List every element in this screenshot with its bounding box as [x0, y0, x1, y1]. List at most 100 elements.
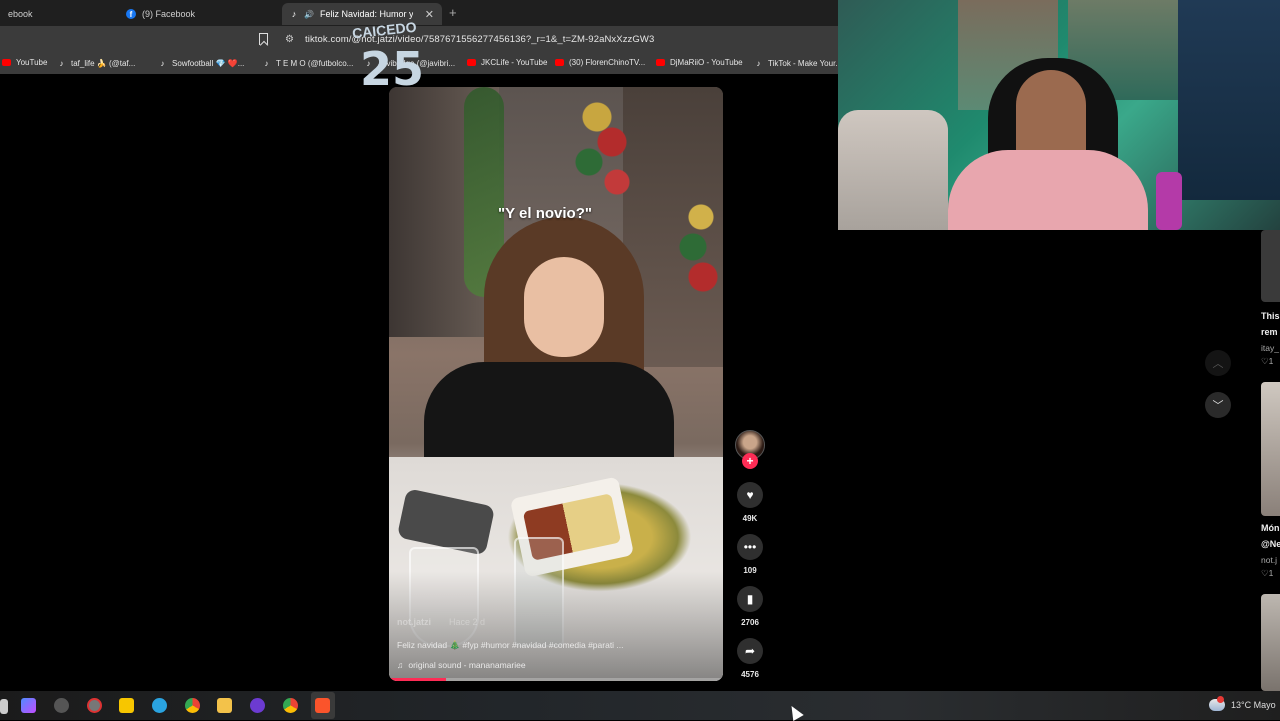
sticky-notes-icon[interactable]: [119, 698, 134, 713]
like-action[interactable]: ♥ 49K: [737, 482, 763, 523]
side-card-likes: ♡1: [1261, 568, 1280, 579]
video-scene-balloons: [673, 197, 723, 297]
chrome-icon[interactable]: [283, 698, 298, 713]
telegram-icon[interactable]: [152, 698, 167, 713]
recorder-icon[interactable]: [87, 698, 102, 713]
share-icon[interactable]: ➦: [737, 638, 763, 664]
close-tab-icon[interactable]: ✕: [425, 8, 434, 21]
side-card-likes: ♡1: [1261, 356, 1280, 367]
video-scene-balloons: [567, 87, 637, 207]
bookmark-jkclife[interactable]: JKCLife - YouTube: [467, 58, 547, 67]
follow-button[interactable]: +: [742, 453, 758, 469]
file-explorer-icon[interactable]: [217, 698, 232, 713]
tiktok-icon: ♪: [756, 58, 761, 68]
tab-facebook[interactable]: f (9) Facebook: [118, 3, 278, 25]
video-date: Hace 2 d: [449, 617, 486, 627]
site-settings-icon[interactable]: ⚙: [285, 34, 294, 45]
like-count: 49K: [742, 514, 758, 523]
bookmark-label: YouTube: [16, 58, 48, 67]
music-note-icon: ♫: [397, 660, 404, 670]
comment-icon[interactable]: •••: [737, 534, 763, 560]
save-action[interactable]: ▮ 2706: [737, 586, 763, 627]
heart-icon[interactable]: ♥: [737, 482, 763, 508]
browser-tab-strip: ebook f (9) Facebook ♪ 🔊 Feliz Navidad: …: [0, 0, 838, 26]
bookmark-label: (30) FlorenChinoTV...: [569, 58, 646, 67]
side-card-author[interactable]: not.j: [1261, 555, 1280, 565]
bookmark-save-icon[interactable]: ▮: [737, 586, 763, 612]
side-card-thumbnail[interactable]: [1261, 382, 1280, 516]
tiktok-icon: ♪: [160, 58, 165, 68]
webcam-jersey: [1178, 0, 1280, 200]
facebook-icon: f: [126, 9, 136, 19]
tiktok-icon: ♪: [291, 9, 297, 19]
copilot-icon[interactable]: [21, 698, 36, 713]
save-count: 2706: [741, 618, 759, 627]
bookmark-label: Sowfootball 💎 ❤️...: [172, 58, 245, 68]
side-card-like-count: 1: [1268, 356, 1274, 366]
comment-action[interactable]: ••• 109: [737, 534, 763, 575]
obs-icon[interactable]: [54, 698, 69, 713]
side-card-title[interactable]: This: [1261, 311, 1280, 321]
webcam-overlay: [838, 0, 1280, 230]
video-sound[interactable]: ♫ original sound - mananamariee: [397, 660, 526, 670]
bookmark-label: taf_life 🍌 (@taf...: [71, 58, 136, 68]
video-progress-bar[interactable]: [389, 678, 723, 681]
bookmark-label: T E M O (@futbolco...: [276, 58, 354, 68]
video-author[interactable]: not.jatzi: [397, 617, 431, 627]
bookmark-youtube[interactable]: YouTube: [2, 58, 47, 67]
bookmark-icon[interactable]: [259, 33, 268, 45]
webcam-bottle: [1156, 172, 1182, 230]
bookmark-temo[interactable]: ♪ T E M O (@futbolco...: [262, 58, 354, 68]
chrome-icon[interactable]: [185, 698, 200, 713]
bookmark-djmariio[interactable]: DjMaRiiO - YouTube: [656, 58, 743, 67]
weather-alert-badge: [1217, 696, 1224, 703]
bookmark-label: TikTok - Make Your...: [768, 58, 842, 68]
streamer-shirt: [948, 150, 1148, 230]
heart-icon: ♡: [1261, 568, 1269, 578]
tab-tiktok-active[interactable]: ♪ 🔊 Feliz Navidad: Humor y Come ✕: [282, 3, 442, 25]
jersey-number: 25: [360, 42, 425, 96]
bookmark-label: DjMaRiiO - YouTube: [670, 58, 743, 67]
start-icon[interactable]: [0, 699, 8, 714]
video-scene-face: [524, 257, 604, 357]
side-card-title[interactable]: rem: [1261, 327, 1280, 337]
tab-label: ebook: [8, 9, 33, 19]
tiktok-icon: ♪: [59, 58, 64, 68]
brave-icon[interactable]: [315, 698, 330, 713]
side-card-thumbnail[interactable]: [1261, 230, 1280, 302]
bookmark-label: JKCLife - YouTube: [481, 58, 548, 67]
bookmark-taf-life[interactable]: ♪ taf_life 🍌 (@taf...: [57, 58, 136, 68]
side-card-author[interactable]: itay_: [1261, 343, 1280, 353]
next-video-button[interactable]: ﹀: [1205, 392, 1231, 418]
new-tab-button[interactable]: +: [449, 5, 457, 20]
share-count: 4576: [741, 670, 759, 679]
youtube-icon: [656, 59, 665, 66]
youtube-icon: [2, 59, 11, 66]
video-description[interactable]: Feliz navidad 🎄 #fyp #humor #navidad #co…: [397, 640, 624, 651]
sound-label: original sound - mananamariee: [408, 660, 526, 670]
weather-text[interactable]: 13°C Mayo: [1231, 700, 1276, 710]
youtube-icon: [467, 59, 476, 66]
comment-count: 109: [743, 566, 757, 575]
tab-facebook-partial[interactable]: ebook: [0, 3, 110, 25]
tab-label: (9) Facebook: [142, 9, 196, 19]
side-card-title[interactable]: @Ne: [1261, 539, 1280, 549]
video-player[interactable]: "Y el novio?" not.jatzi Hace 2 d Feliz n…: [389, 87, 723, 681]
youtube-icon: [555, 59, 564, 66]
chevron-down-icon: ﹀: [1212, 400, 1224, 412]
share-action[interactable]: ➦ 4576: [737, 638, 763, 679]
chevron-up-icon: ︿: [1212, 358, 1224, 370]
heart-icon: ♡: [1261, 356, 1269, 366]
chrome-profile-icon[interactable]: [250, 698, 265, 713]
previous-video-button[interactable]: ︿: [1205, 350, 1231, 376]
tiktok-icon: ♪: [264, 58, 269, 68]
side-card-title[interactable]: Món: [1261, 523, 1280, 533]
side-card-like-count: 1: [1268, 568, 1274, 578]
bookmark-florenchinotv[interactable]: (30) FlorenChinoTV...: [555, 58, 645, 67]
video-progress-fill: [389, 678, 446, 681]
speaker-icon: 🔊: [304, 9, 314, 19]
webcam-cushion: [838, 110, 948, 230]
bookmark-sowfootball[interactable]: ♪ Sowfootball 💎 ❤️...: [158, 58, 245, 68]
bookmark-tiktok[interactable]: ♪ TikTok - Make Your...: [754, 58, 842, 68]
side-card-thumbnail[interactable]: [1261, 594, 1280, 691]
